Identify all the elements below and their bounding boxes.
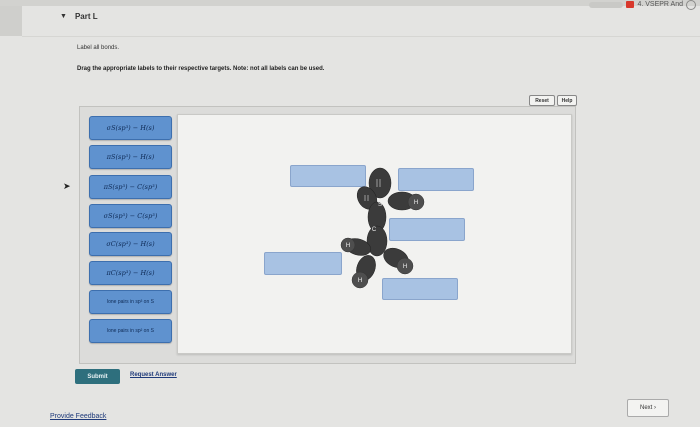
label-tile[interactable]: lone pairs in sp³ on S <box>89 290 172 314</box>
atom-label: H <box>346 243 350 249</box>
atom-label: H <box>358 278 362 284</box>
part-title: Part L <box>74 12 98 21</box>
top-right-controls: 4. VSEPR And <box>589 0 696 10</box>
divider <box>22 36 700 37</box>
mouse-cursor-icon: ➤ <box>63 181 71 191</box>
drag-instruction-text: Drag the appropriate labels to their res… <box>77 66 325 72</box>
label-tile[interactable]: πC(sp³) − H(s) <box>89 261 172 285</box>
label-tile[interactable]: σS(sp³) − H(s) <box>89 116 172 140</box>
tab-pill[interactable] <box>589 1 624 8</box>
help-button[interactable]: Help <box>557 95 577 106</box>
submit-button[interactable]: Submit <box>75 369 120 384</box>
label-tile[interactable]: σC(sp³) − H(s) <box>89 232 172 256</box>
label-tile[interactable]: πS(sp³) − H(s) <box>89 145 172 169</box>
caret-down-icon[interactable]: ▼ <box>60 13 67 20</box>
label-tile[interactable]: σS(sp³) − C(sp³) <box>89 204 172 228</box>
next-button[interactable]: Next › <box>627 399 669 417</box>
label-tile[interactable]: lone pairs in sp² on S <box>89 319 172 343</box>
instruction-text: Label all bonds. <box>77 45 120 51</box>
atom-label: H <box>414 200 418 206</box>
refresh-icon[interactable] <box>686 0 696 10</box>
request-answer-link[interactable]: Request Answer <box>130 372 177 378</box>
atom-label: H <box>403 264 407 270</box>
atom-label: S <box>378 202 382 208</box>
part-header[interactable]: ▼ Part L <box>60 12 98 21</box>
reset-button[interactable]: Reset <box>529 95 555 106</box>
left-side-strip <box>0 6 22 36</box>
methanethiol-orbital-diagram: S C H H H H <box>340 167 425 289</box>
pdf-icon <box>626 1 635 8</box>
provide-feedback-link[interactable]: Provide Feedback <box>50 413 106 420</box>
tab-title[interactable]: 4. VSEPR And <box>637 1 683 8</box>
atom-label: C <box>372 227 377 233</box>
label-tile[interactable]: πS(sp³) − C(sp³) <box>89 175 172 199</box>
